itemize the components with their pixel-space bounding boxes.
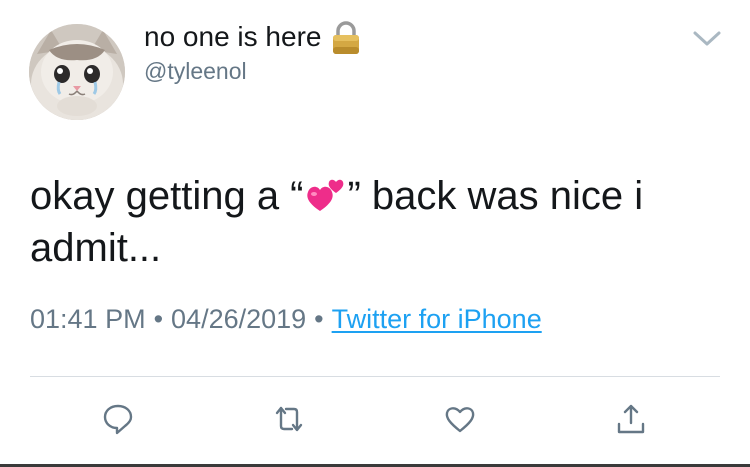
retweet-icon[interactable] xyxy=(272,402,306,436)
avatar[interactable] xyxy=(29,24,125,120)
tweet-date: 04/26/2019 xyxy=(171,304,307,334)
reply-icon[interactable] xyxy=(101,402,135,436)
meta-separator: • xyxy=(153,304,164,334)
meta-separator: • xyxy=(314,304,324,334)
tweet-time: 01:41 PM xyxy=(30,304,146,334)
user-handle[interactable]: @tyleenol xyxy=(144,58,247,85)
lock-icon xyxy=(331,21,361,55)
like-icon[interactable] xyxy=(443,402,477,436)
crying-cat-avatar-image xyxy=(29,24,125,120)
tweet-meta: 01:41 PM • 04/26/2019 • Twitter for iPhone xyxy=(30,304,542,335)
chevron-down-icon[interactable] xyxy=(692,28,722,50)
display-name-row: no one is here xyxy=(144,20,361,54)
two-hearts-emoji xyxy=(304,176,348,214)
divider xyxy=(30,376,720,377)
tweet-text-before-emoji: okay getting a “ xyxy=(30,174,304,218)
tweet-text: okay getting a “ ” back was nice i admit… xyxy=(30,170,720,274)
share-icon[interactable] xyxy=(614,402,648,436)
tweet-source-link[interactable]: Twitter for iPhone xyxy=(332,304,542,334)
display-name: no one is here xyxy=(144,21,322,52)
